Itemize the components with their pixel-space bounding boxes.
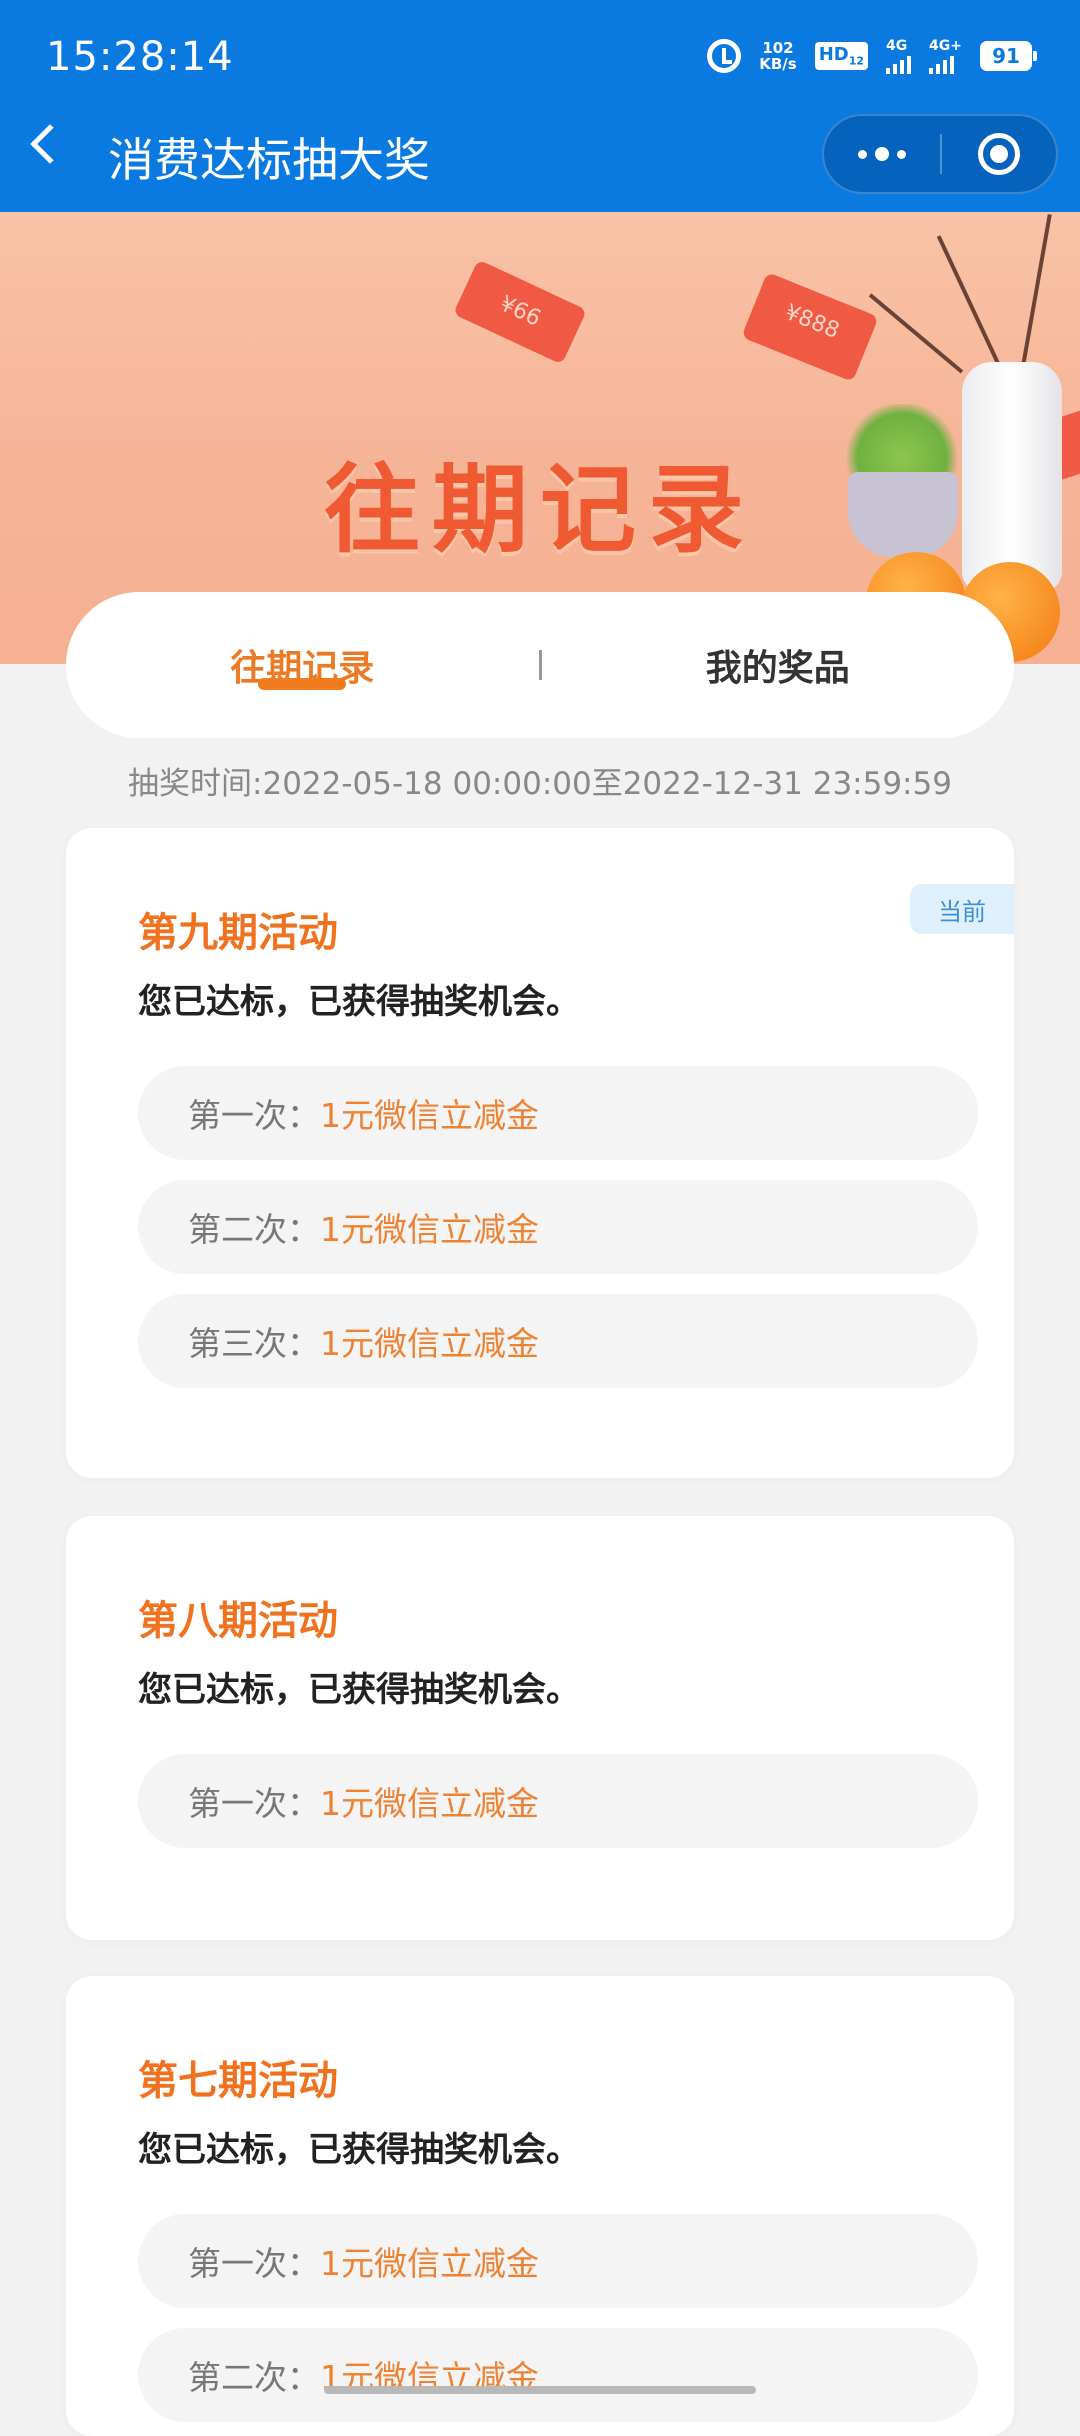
- activity-status: 您已达标，已获得抽奖机会。: [138, 2130, 580, 2170]
- battery-icon: 91: [980, 41, 1037, 71]
- prize-row: 第一次： 1元微信立减金: [138, 1754, 978, 1848]
- activity-title: 第七期活动: [138, 2058, 338, 2104]
- back-icon[interactable]: [30, 124, 70, 164]
- activity-title: 第八期活动: [138, 1598, 338, 1644]
- hd-sub: 12: [848, 54, 865, 68]
- prize-row: 第二次： 1元微信立减金: [138, 2328, 978, 2422]
- prize-value: 1元微信立减金: [320, 1210, 539, 1249]
- network-speed-unit: KB/s: [759, 55, 797, 73]
- prize-value: 1元微信立减金: [320, 1324, 539, 1363]
- tab-bar: 往期记录 我的奖品: [66, 592, 1014, 738]
- network-speed: 102 KB/s: [759, 40, 796, 72]
- draw-time: 抽奖时间:2022-05-18 00:00:00至2022-12-31 23:5…: [128, 766, 952, 802]
- tab-my-prizes[interactable]: 我的奖品: [542, 592, 1015, 738]
- prize-row: 第一次： 1元微信立减金: [138, 1066, 978, 1160]
- prize-value: 1元微信立减金: [320, 2244, 539, 2283]
- activity-status: 您已达标，已获得抽奖机会。: [138, 1670, 580, 1710]
- activity-card: 当前 第九期活动 您已达标，已获得抽奖机会。 第一次： 1元微信立减金 第二次：…: [66, 828, 1014, 1478]
- prize-label: 第二次：: [188, 2358, 320, 2397]
- red-envelope-icon: ¥888: [741, 272, 879, 382]
- tab-my-prizes-label: 我的奖品: [705, 648, 850, 689]
- more-button[interactable]: [824, 116, 940, 192]
- prize-value: 1元微信立减金: [320, 1096, 539, 1135]
- prize-value: 1元微信立减金: [320, 1784, 539, 1823]
- prize-row: 第三次： 1元微信立减金: [138, 1294, 978, 1388]
- top-bar: 15:28:14 102 KB/s HD12 4G 4G+ 91 消费达标抽大奖: [0, 0, 1080, 212]
- alarm-icon: [707, 39, 742, 73]
- banner-title: 往期记录: [324, 454, 756, 566]
- signal-sim2-icon: 4G+: [929, 38, 962, 74]
- sim2-label: 4G+: [929, 38, 962, 54]
- status-time: 15:28:14: [46, 34, 234, 80]
- miniprogram-capsule: [822, 114, 1058, 194]
- home-indicator[interactable]: [324, 2386, 756, 2394]
- more-dot: [875, 147, 889, 161]
- prize-row: 第二次： 1元微信立减金: [138, 1180, 978, 1274]
- prize-label: 第一次：: [188, 1096, 320, 1135]
- more-dot: [858, 149, 867, 159]
- target-icon: [977, 133, 1020, 175]
- prize-label: 第三次：: [188, 1324, 320, 1363]
- current-badge: 当前: [910, 884, 1014, 934]
- prize-label: 第二次：: [188, 1210, 320, 1249]
- branch-decoration: [1020, 214, 1052, 373]
- red-envelope-icon: ¥66: [452, 259, 588, 365]
- branch-decoration: [936, 235, 1004, 373]
- sim1-label: 4G: [886, 38, 908, 54]
- status-icons: 102 KB/s HD12 4G 4G+ 91: [707, 34, 1037, 78]
- page-title: 消费达标抽大奖: [108, 133, 430, 187]
- activity-status: 您已达标，已获得抽奖机会。: [138, 982, 580, 1022]
- hd-icon: HD12: [814, 42, 869, 70]
- prize-label: 第一次：: [188, 1784, 320, 1823]
- close-miniprogram-button[interactable]: [942, 116, 1056, 192]
- branch-decoration: [868, 293, 964, 374]
- prize-row: 第一次： 1元微信立减金: [138, 2214, 978, 2308]
- more-dot: [897, 149, 906, 159]
- prize-label: 第一次：: [188, 2244, 320, 2283]
- signal-sim1-icon: 4G: [886, 38, 912, 74]
- activity-card: 第八期活动 您已达标，已获得抽奖机会。 第一次： 1元微信立减金: [66, 1516, 1014, 1940]
- tab-history[interactable]: 往期记录: [66, 592, 539, 738]
- activity-title: 第九期活动: [138, 910, 338, 956]
- activity-card: 第七期活动 您已达标，已获得抽奖机会。 第一次： 1元微信立减金 第二次： 1元…: [66, 1976, 1014, 2436]
- tab-active-indicator: [258, 678, 347, 690]
- network-speed-value: 102: [762, 39, 794, 57]
- hd-label: HD: [818, 44, 849, 66]
